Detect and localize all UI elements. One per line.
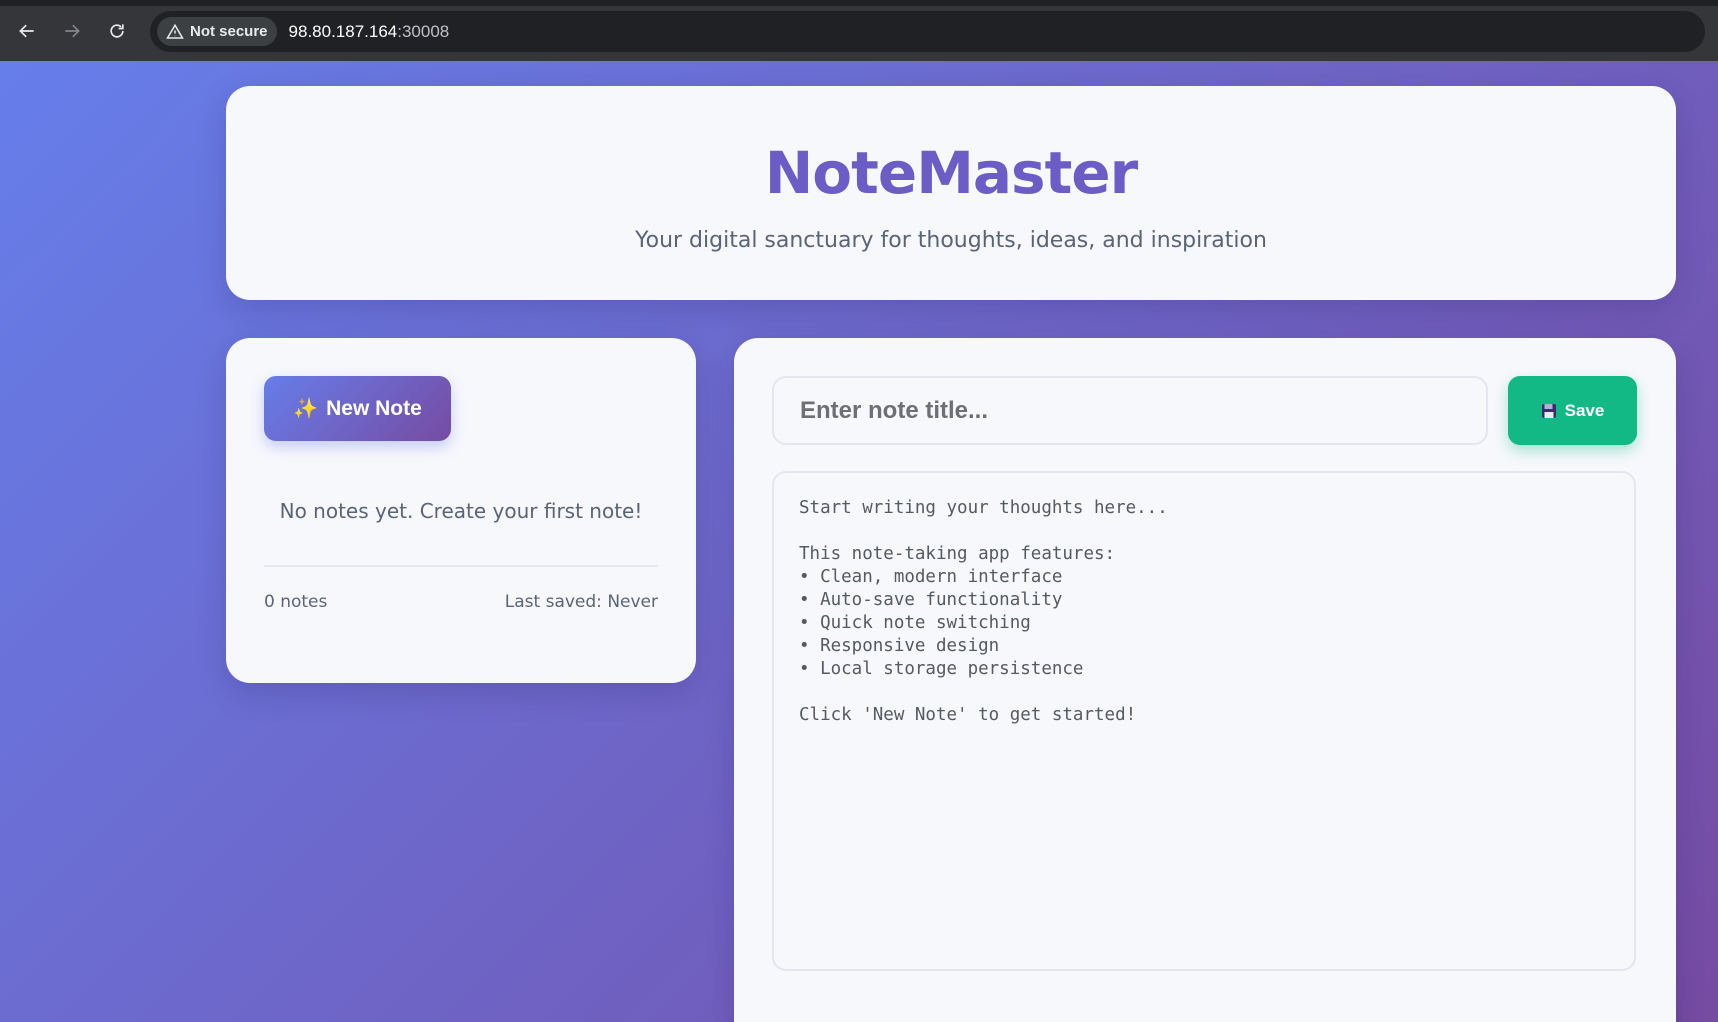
note-content-textarea[interactable] <box>772 471 1636 971</box>
editor-toolbar: Save <box>772 376 1638 445</box>
address-bar[interactable]: Not secure 98.80.187.164:30008 <box>150 11 1705 52</box>
save-button[interactable]: Save <box>1508 376 1637 445</box>
forward-button[interactable] <box>55 14 89 48</box>
new-note-button[interactable]: ✨ New Note <box>264 376 451 441</box>
note-editor: Save <box>734 338 1676 1022</box>
arrow-right-icon <box>65 24 80 38</box>
security-indicator[interactable]: Not secure <box>157 17 277 46</box>
reload-icon <box>110 24 124 38</box>
url-text[interactable]: 98.80.187.164:30008 <box>289 22 450 42</box>
empty-notes-message: No notes yet. Create your first note! <box>279 499 643 523</box>
url-port: :30008 <box>397 21 450 41</box>
sidebar-footer: 0 notes Last saved: Never <box>264 592 658 612</box>
notes-sidebar: ✨ New Note No notes yet. Create your fir… <box>226 338 696 683</box>
reload-button[interactable] <box>100 14 134 48</box>
browser-toolbar: Not secure 98.80.187.164:30008 <box>0 0 1718 61</box>
app-title: NoteMaster <box>764 139 1139 207</box>
tab-strip <box>0 0 1718 6</box>
divider <box>264 565 658 567</box>
note-title-input[interactable] <box>772 376 1488 445</box>
floppy-disk-icon <box>1541 403 1556 418</box>
security-label: Not secure <box>190 23 268 40</box>
header-card: NoteMaster Your digital sanctuary for th… <box>226 86 1676 300</box>
url-host: 98.80.187.164 <box>288 21 398 41</box>
last-saved-status: Last saved: Never <box>504 592 658 612</box>
note-count: 0 notes <box>264 592 328 612</box>
new-note-label: New Note <box>326 396 422 420</box>
app-subtitle: Your digital sanctuary for thoughts, ide… <box>635 228 1267 253</box>
sparkles-icon: ✨ <box>293 398 319 420</box>
warning-triangle-icon <box>166 23 184 39</box>
back-button[interactable] <box>10 14 44 48</box>
app-page: NoteMaster Your digital sanctuary for th… <box>0 61 1718 1022</box>
save-label: Save <box>1564 400 1605 420</box>
arrow-left-icon <box>19 24 34 38</box>
